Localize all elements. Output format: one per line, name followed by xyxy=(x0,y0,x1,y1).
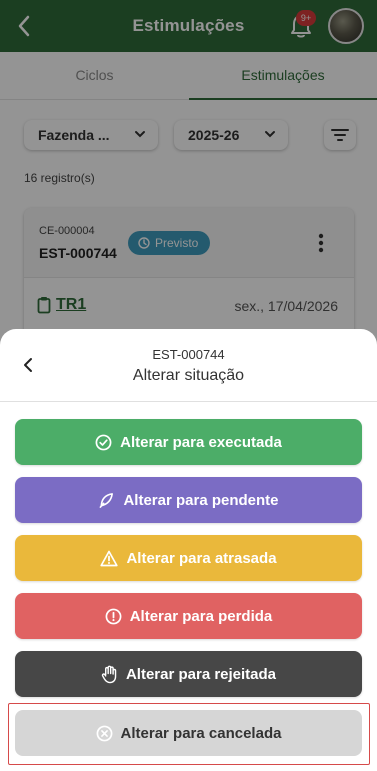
action-label: Alterar para perdida xyxy=(129,607,273,625)
action-label: Alterar para rejeitada xyxy=(125,665,277,683)
hand-icon xyxy=(101,665,117,683)
sheet-divider xyxy=(0,401,377,402)
sheet-title: EST-000744 xyxy=(152,347,225,362)
feather-icon xyxy=(100,492,114,508)
set-rejected-button[interactable]: Alterar para rejeitada xyxy=(15,651,362,697)
check-circle-icon xyxy=(95,434,112,450)
set-executed-button[interactable]: Alterar para executada xyxy=(15,419,362,465)
set-lost-button[interactable]: Alterar para perdida xyxy=(15,593,362,639)
action-label: Alterar para atrasada xyxy=(126,549,277,567)
set-pending-button[interactable]: Alterar para pendente xyxy=(15,477,362,523)
sheet-subtitle: Alterar situação xyxy=(132,367,245,384)
warning-triangle-icon xyxy=(100,550,119,566)
exclamation-circle-icon xyxy=(105,608,122,624)
action-label: Alterar para pendente xyxy=(123,491,279,509)
set-late-button[interactable]: Alterar para atrasada xyxy=(15,535,362,581)
highlight-box xyxy=(8,703,370,765)
action-label: Alterar para executada xyxy=(120,433,282,451)
